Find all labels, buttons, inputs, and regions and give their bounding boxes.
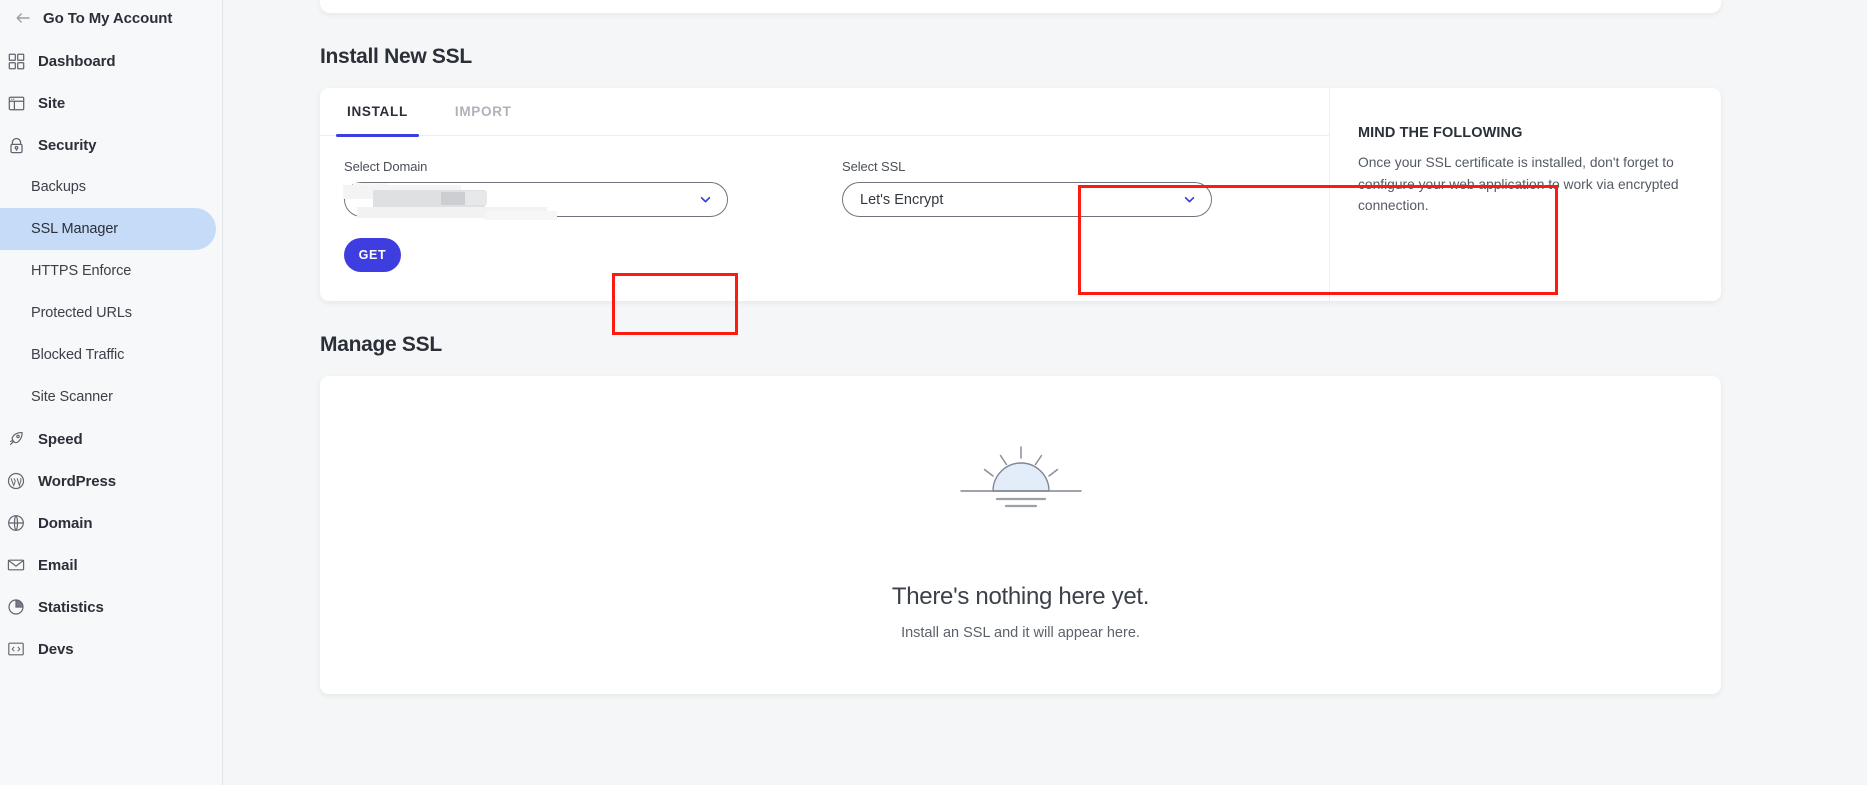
sidebar-item-https-enforce-label: HTTPS Enforce (31, 263, 132, 279)
select-domain-label: Select Domain (344, 159, 428, 174)
arrow-left-icon (14, 9, 32, 27)
sidebar-item-security-label: Security (38, 136, 97, 154)
sidebar-item-backups[interactable]: Backups (0, 166, 216, 208)
site-layout-icon (6, 93, 26, 113)
select-ssl-dropdown[interactable]: Let's Encrypt (842, 182, 1212, 217)
dashboard-grid-icon (6, 51, 26, 71)
sidebar-item-site[interactable]: Site (0, 82, 222, 124)
globe-icon (6, 513, 26, 533)
install-form-row: Select Domain Select SSL Let's Encrypt (320, 136, 1329, 220)
code-brackets-icon (6, 639, 26, 659)
sidebar-item-domain-label: Domain (38, 514, 93, 532)
sidebar-item-backups-label: Backups (31, 179, 86, 195)
sidebar-item-ssl-manager-label: SSL Manager (31, 221, 119, 237)
install-tabbar: INSTALL IMPORT (320, 88, 1329, 137)
mind-the-following-title: MIND THE FOLLOWING (1358, 125, 1523, 141)
sidebar-item-ssl-manager[interactable]: SSL Manager (0, 208, 216, 250)
sidebar-item-devs[interactable]: Devs (0, 628, 222, 670)
install-new-ssl-card: INSTALL IMPORT Select Domain Select SSL … (320, 88, 1721, 301)
select-domain-field: Select Domain (343, 159, 728, 220)
empty-state-title: There's nothing here yet. (891, 583, 1150, 610)
tab-install-label: INSTALL (347, 104, 408, 119)
manage-ssl-title: Manage SSL (320, 333, 442, 356)
sidebar-item-devs-label: Devs (38, 640, 74, 658)
sidebar-item-dashboard[interactable]: Dashboard (0, 40, 222, 82)
sidebar-item-statistics[interactable]: Statistics (0, 586, 222, 628)
domain-redaction-overlay (343, 183, 727, 220)
get-button[interactable]: GET (344, 238, 401, 272)
sidebar-item-protected-urls[interactable]: Protected URLs (0, 292, 216, 334)
install-new-ssl-title: Install New SSL (320, 45, 472, 68)
sidebar-item-wordpress-label: WordPress (38, 472, 117, 490)
sidebar-item-site-scanner[interactable]: Site Scanner (0, 376, 216, 418)
main-content: Install New SSL INSTALL IMPORT Select Do… (223, 0, 1867, 785)
tab-install[interactable]: INSTALL (336, 88, 419, 137)
get-button-row: GET (320, 217, 1329, 297)
tab-import-label: IMPORT (454, 104, 512, 119)
chevron-down-icon (1181, 192, 1197, 208)
sidebar-item-speed[interactable]: Speed (0, 418, 222, 460)
go-to-my-account-label: Go To My Account (43, 9, 173, 27)
select-domain-dropdown[interactable] (343, 182, 728, 220)
empty-state-subtitle: Install an SSL and it will appear here. (901, 625, 1140, 641)
lock-icon (6, 135, 26, 155)
empty-state: There's nothing here yet. Install an SSL… (320, 376, 1721, 694)
sidebar-item-site-label: Site (38, 94, 66, 112)
sidebar-item-email[interactable]: Email (0, 544, 222, 586)
sidebar-item-https-enforce[interactable]: HTTPS Enforce (0, 250, 216, 292)
sidebar-item-security[interactable]: Security (0, 124, 222, 166)
previous-card-stub (320, 0, 1721, 13)
rocket-icon (6, 429, 26, 449)
sidebar-item-wordpress[interactable]: WordPress (0, 460, 222, 502)
sidebar: Go To My Account Dashboard Site Security… (0, 0, 223, 785)
mind-the-following-text: Once your SSL certificate is installed, … (1358, 155, 1679, 213)
sidebar-item-domain[interactable]: Domain (0, 502, 222, 544)
envelope-icon (6, 555, 26, 575)
sidebar-item-site-scanner-label: Site Scanner (31, 389, 113, 405)
mind-the-following-panel: MIND THE FOLLOWING Once your SSL certifi… (1329, 88, 1721, 301)
chevron-down-icon (697, 192, 713, 208)
select-ssl-field: Select SSL Let's Encrypt (842, 159, 1212, 217)
sidebar-nav: Dashboard Site Security Backups SSL Mana… (0, 40, 222, 670)
ssl-manager-page: Go To My Account Dashboard Site Security… (0, 0, 1867, 785)
sidebar-item-speed-label: Speed (38, 430, 83, 448)
tab-import[interactable]: IMPORT (455, 88, 512, 136)
wordpress-icon (6, 471, 26, 491)
select-ssl-value: Let's Encrypt (860, 191, 944, 208)
sidebar-item-protected-urls-label: Protected URLs (31, 305, 132, 321)
sidebar-item-dashboard-label: Dashboard (38, 52, 116, 70)
install-form-pane: INSTALL IMPORT Select Domain Select SSL … (320, 88, 1329, 301)
go-to-my-account-link[interactable]: Go To My Account (0, 0, 222, 36)
pie-chart-icon (6, 597, 26, 617)
sunrise-icon (959, 444, 1083, 521)
manage-ssl-card: There's nothing here yet. Install an SSL… (320, 376, 1721, 694)
sidebar-item-statistics-label: Statistics (38, 598, 104, 616)
sidebar-item-blocked-traffic-label: Blocked Traffic (31, 347, 125, 363)
sidebar-item-email-label: Email (38, 556, 78, 574)
sidebar-item-blocked-traffic[interactable]: Blocked Traffic (0, 334, 216, 376)
select-ssl-label: Select SSL (842, 159, 906, 174)
